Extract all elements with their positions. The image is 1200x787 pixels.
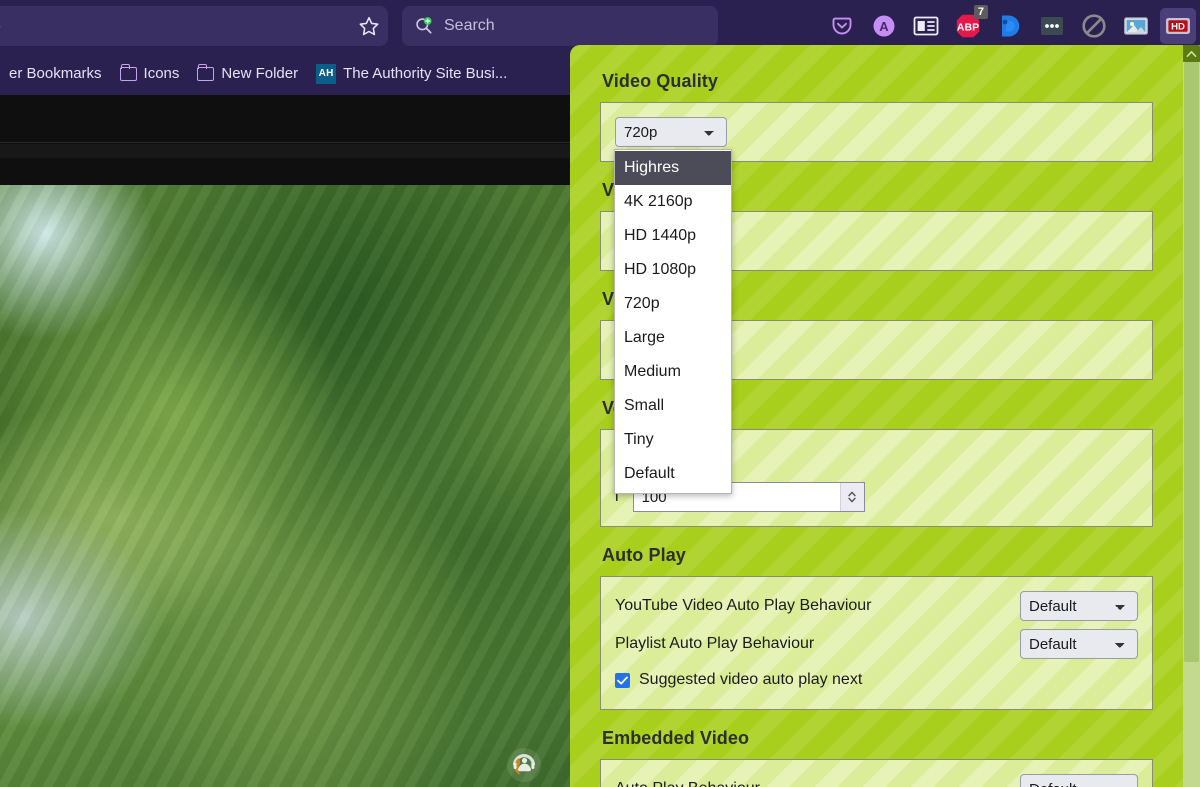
scrollbar-thumb[interactable] [1184,62,1199,662]
pocket-icon[interactable] [824,8,860,44]
bookmark-label: New Folder [221,65,299,82]
page-spacer-strip [0,158,570,185]
bookmark-label: Icons [143,65,180,82]
address-bar[interactable]: 8 [0,6,388,46]
adblock-plus-icon[interactable]: ABP 7 [950,5,988,44]
dropdown-option-720p[interactable]: 720p [615,287,731,321]
more-options-icon[interactable] [1034,8,1070,44]
page-header-strip [0,95,570,143]
page-subheader-strip [0,144,570,158]
ah-favicon: AH [316,63,337,84]
scroll-up-arrow-icon[interactable] [1183,45,1200,62]
search-placeholder-text: Search [444,17,495,34]
embedded-video-card: Auto Play Behaviour Default [600,759,1153,787]
dropdown-option-highres[interactable]: Highres [615,151,731,185]
suggested-video-checkbox[interactable] [615,672,630,688]
playlist-autoplay-label: Playlist Auto Play Behaviour [615,635,815,652]
channel-watermark-icon[interactable] [505,746,543,784]
svg-text:ABP: ABP [957,22,979,34]
dropdown-option-4k-2160p[interactable]: 4K 2160p [615,185,731,219]
playlist-autoplay-select[interactable]: Default [1020,629,1138,659]
screenshot-icon[interactable] [1118,8,1154,44]
section-title-video-quality: Video Quality [602,71,718,91]
embedded-autoplay-label: Auto Play Behaviour [615,780,760,787]
popup-scrollbar[interactable] [1183,45,1200,787]
svg-text:A: A [879,19,889,34]
reader-icon[interactable] [908,8,944,44]
bookmark-label: The Authority Site Busi... [343,65,508,82]
extension-tray: A ABP 7 HD [824,4,1196,48]
section-title-auto-play: Auto Play [602,545,686,565]
hd-icon[interactable]: HD [1160,8,1196,44]
adblock-badge-count: 7 [973,5,988,19]
bookmark-star-icon[interactable] [352,10,386,42]
dropdown-option-tiny[interactable]: Tiny [615,423,731,457]
dropdown-option-hd-1440p[interactable]: HD 1440p [615,219,731,253]
dropdown-option-medium[interactable]: Medium [615,355,731,389]
folder-icon [119,63,137,81]
duckduckgo-icon[interactable] [992,8,1028,44]
search-bar[interactable]: Search [402,6,718,46]
auto-play-card: YouTube Video Auto Play Behaviour Defaul… [600,576,1153,710]
video-player[interactable] [0,185,570,787]
bookmark-label: er Bookmarks [9,65,102,82]
url-text: 8 [0,17,1,35]
dropdown-option-hd-1080p[interactable]: HD 1080p [615,253,731,287]
dropdown-option-small[interactable]: Small [615,389,731,423]
embedded-autoplay-select[interactable]: Default [1020,774,1138,787]
dropdown-option-default[interactable]: Default [615,457,731,491]
youtube-autoplay-label: YouTube Video Auto Play Behaviour [615,597,872,614]
dropdown-option-large[interactable]: Large [615,321,731,355]
svg-text:HD: HD [1171,22,1185,33]
avatar-icon[interactable]: A [866,8,902,44]
search-icon [414,16,434,36]
bookmark-item-other-bookmarks[interactable]: er Bookmarks [0,61,111,86]
page-content [0,95,570,787]
suggested-video-label: Suggested video auto play next [639,671,863,688]
blocker-icon[interactable] [1076,8,1112,44]
video-quality-select[interactable]: 720p [615,117,727,147]
video-quality-dropdown-list[interactable]: Highres 4K 2160p HD 1440p HD 1080p 720p … [614,149,732,494]
bookmark-item-authority-site[interactable]: AH The Authority Site Busi... [307,60,516,88]
folder-icon [197,63,215,81]
youtube-autoplay-select[interactable]: Default [1020,591,1138,621]
section-title-embedded-video: Embedded Video [602,728,750,748]
bookmark-item-new-folder[interactable]: New Folder [188,61,307,86]
bookmark-item-icons[interactable]: Icons [111,61,189,86]
volume-stepper[interactable] [839,483,864,511]
